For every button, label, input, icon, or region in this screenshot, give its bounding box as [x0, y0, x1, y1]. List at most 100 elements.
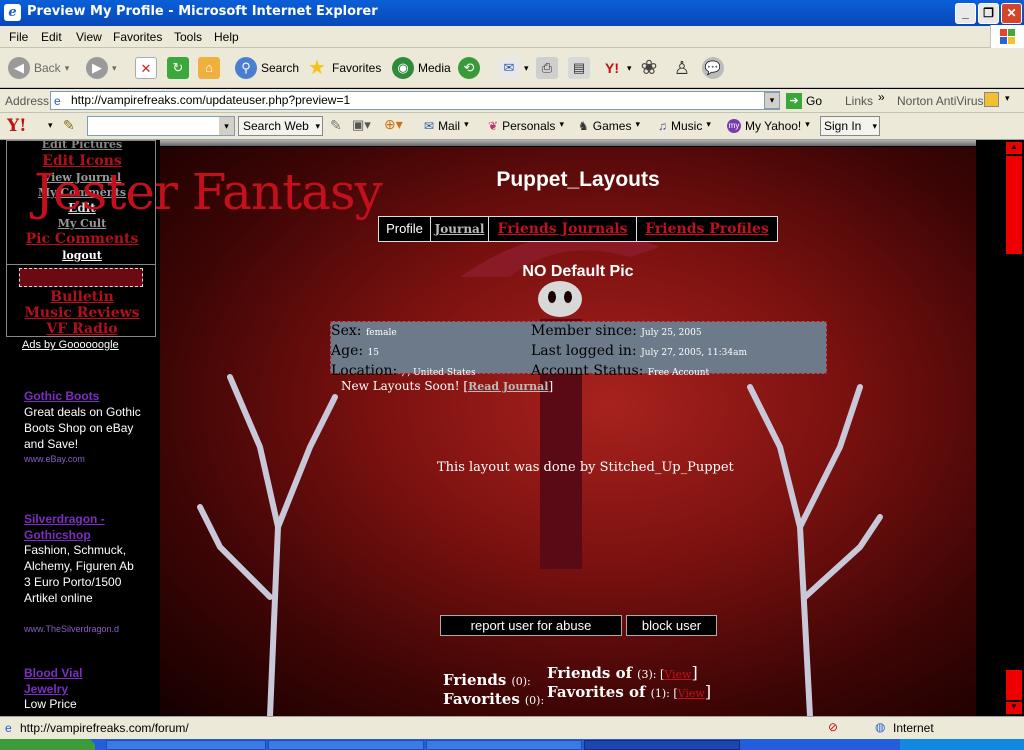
status-bar: e http://vampirefreaks.com/forum/ ⊘ ◍ In… — [0, 716, 1024, 739]
person-button[interactable]: ♙ — [671, 56, 693, 80]
my-yahoo-button[interactable]: my My Yahoo! ▾ — [727, 119, 810, 133]
target-icon[interactable]: ⊕▾ — [384, 116, 403, 133]
scroll-up-button[interactable]: ▲ — [1006, 142, 1022, 154]
norton-label[interactable]: Norton AntiVirus — [897, 94, 984, 108]
yahoo-search-input[interactable]: ▾ — [87, 116, 235, 136]
popup-blocker-icon[interactable]: ⊘ — [828, 720, 838, 734]
friends-section: Friends (0): Favorites (0): — [443, 670, 544, 708]
messenger-button[interactable]: 💬 — [702, 56, 724, 80]
nav-bulletin[interactable]: Bulletin — [7, 289, 157, 305]
nav-music-reviews[interactable]: Music Reviews — [7, 305, 157, 321]
ads-header[interactable]: Ads by Goooooogle — [22, 339, 119, 351]
nav-edit-pictures[interactable]: Edit Pictures — [7, 140, 157, 151]
go-arrow-icon: ➔ — [786, 93, 802, 109]
member-since-value: July 25, 2005 — [641, 328, 702, 338]
taskbar-item-active[interactable] — [584, 740, 740, 750]
forward-button[interactable]: ▶ ▾ — [86, 56, 117, 80]
tab-friends-profiles[interactable]: Friends Profiles — [637, 217, 777, 241]
close-button[interactable]: ✕ — [1001, 3, 1022, 24]
read-journal-link[interactable]: Read Journal — [468, 380, 548, 393]
scroll-down-button[interactable]: ▼ — [1006, 702, 1022, 714]
refresh-icon: ↻ — [167, 57, 189, 79]
back-button[interactable]: ◀ Back ▾ — [8, 56, 69, 80]
history-button[interactable]: ⟲ — [458, 56, 480, 80]
media-button[interactable]: ◉ Media — [392, 56, 451, 80]
menu-view[interactable]: View — [76, 30, 102, 44]
nav-pic-comments[interactable]: Pic Comments — [7, 231, 157, 247]
nav-vf-radio[interactable]: VF Radio — [7, 321, 157, 337]
taskbar-item-2[interactable] — [268, 740, 424, 750]
refresh-button[interactable]: ↻ — [167, 56, 189, 80]
ad-title-2[interactable]: Silverdragon - Gothicshop — [24, 511, 124, 543]
yahoo-mail-button[interactable]: ✉ Mail ▾ — [424, 119, 469, 133]
edit-button[interactable]: ▤ — [568, 56, 590, 80]
ad-title-1[interactable]: Gothic Boots — [24, 389, 99, 403]
menu-edit[interactable]: Edit — [41, 30, 62, 44]
yahoo-messenger-button[interactable]: Y! ▾ — [601, 56, 632, 80]
favorites-button[interactable]: ★ Favorites — [306, 56, 381, 80]
scroll-lower-track[interactable] — [1006, 670, 1022, 700]
top-band — [160, 140, 976, 146]
stop-button[interactable]: ✕ — [135, 56, 157, 80]
print-button[interactable]: ⎙ — [536, 56, 558, 80]
nav-highlight[interactable] — [19, 268, 143, 287]
yahoo-sign-in-button[interactable]: Sign In ▾ — [820, 116, 880, 136]
maximize-button[interactable]: ❐ — [978, 3, 999, 24]
yahoo-personals-button[interactable]: ❦ Personals ▾ — [488, 119, 564, 133]
nav-logout[interactable]: logout — [7, 249, 157, 262]
start-button[interactable] — [0, 739, 95, 750]
back-arrow-icon: ◀ — [8, 57, 30, 79]
favorites-of-view-link[interactable]: View — [678, 687, 705, 700]
search-dropdown-icon[interactable]: ▾ — [219, 117, 234, 135]
yahoo-games-button[interactable]: ♞ Games ▾ — [578, 119, 640, 133]
profile-info-box: Sex: female Age: 15 Location: , , United… — [330, 321, 827, 379]
forward-arrow-icon: ▶ — [86, 57, 108, 79]
address-dropdown-button[interactable]: ▾ — [764, 92, 780, 109]
status-zone: Internet — [893, 721, 934, 735]
address-label: Address — [5, 94, 50, 108]
mail-button[interactable]: ✉ ▾ — [498, 56, 529, 80]
yahoo-logo[interactable]: Y! — [7, 116, 27, 136]
my-yahoo-icon: my — [727, 119, 741, 133]
vertical-scrollbar[interactable]: ▲ ▼ — [1004, 140, 1024, 716]
tab-journal[interactable]: Journal — [431, 217, 489, 241]
status-url: http://vampirefreaks.com/forum/ — [20, 721, 189, 735]
yahoo-dropdown-icon[interactable]: ▾ — [48, 120, 53, 131]
ad-title-3[interactable]: Blood Vial Jewelry — [24, 665, 104, 697]
yahoo-music-button[interactable]: ♫ Music ▾ — [658, 119, 711, 133]
flower-button[interactable]: ❀ — [638, 56, 660, 80]
pencil-icon[interactable]: ✎ — [330, 117, 342, 134]
menu-favorites[interactable]: Favorites — [113, 30, 162, 44]
hearts-icon: ❦ — [488, 119, 499, 133]
ad-url-2[interactable]: www.TheSilverdragon.d — [24, 624, 119, 634]
menu-file[interactable]: File — [9, 30, 28, 44]
menu-help[interactable]: Help — [214, 30, 239, 44]
links-label[interactable]: Links — [845, 94, 873, 108]
address-input[interactable]: e http://vampirefreaks.com/updateuser.ph… — [50, 91, 780, 110]
chevron-double-icon[interactable]: » — [878, 90, 885, 104]
home-button[interactable]: ⌂ — [198, 56, 220, 80]
scroll-thumb[interactable] — [1006, 156, 1022, 254]
go-button[interactable]: ➔ Go — [786, 93, 822, 109]
page-layout-icon[interactable]: ▣▾ — [352, 117, 371, 133]
status-page-icon: e — [5, 721, 12, 735]
journal-entry-line: New Layouts Soon! [Read Journal] — [341, 379, 554, 393]
highlighter-icon[interactable]: ✎ — [63, 117, 75, 134]
search-web-button[interactable]: Search Web ▾ — [238, 116, 323, 136]
report-user-button[interactable]: report user for abuse — [440, 615, 622, 636]
block-user-button[interactable]: block user — [626, 615, 717, 636]
norton-dropdown-icon[interactable]: ▾ — [1005, 93, 1010, 104]
tab-friends-journals[interactable]: Friends Journals — [489, 217, 637, 241]
taskbar-item-1[interactable] — [106, 740, 266, 750]
tab-profile[interactable]: Profile — [379, 217, 431, 241]
yahoo-toolbar: Y! ▾ ✎ ▾ Search Web ▾ ✎ ▣▾ ⊕▾ ✉ Mail ▾ ❦ Per… — [0, 113, 1024, 140]
friends-of-view-link[interactable]: View — [664, 668, 691, 681]
system-tray — [900, 739, 1024, 750]
taskbar-item-3[interactable] — [426, 740, 582, 750]
norton-icon[interactable] — [984, 92, 999, 107]
minimize-button[interactable]: _ — [955, 3, 976, 24]
age-value: 15 — [367, 348, 379, 358]
ad-url-1[interactable]: www.eBay.com — [24, 454, 85, 464]
search-button[interactable]: ⚲ Search — [235, 56, 299, 80]
menu-tools[interactable]: Tools — [174, 30, 202, 44]
